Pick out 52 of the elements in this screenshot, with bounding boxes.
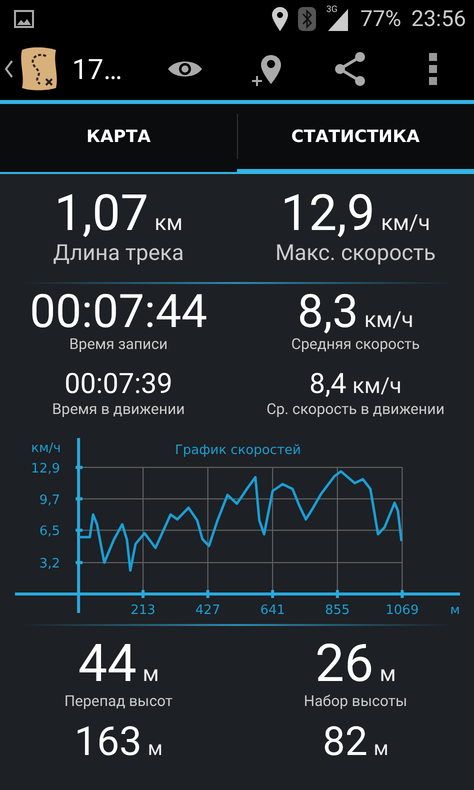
y-tick-label: 6,5 [39, 524, 60, 540]
stat-value: 00:07:39 [64, 370, 172, 398]
stat-value: 163 [74, 722, 142, 762]
tab[interactable]: КАРТА [0, 104, 237, 174]
share-icon[interactable] [334, 52, 366, 86]
stat-value: 8,4 [309, 370, 346, 398]
x-tick-label: 213 [130, 603, 156, 618]
caret-icon [4, 60, 14, 78]
stat-label: Макс. скорость [275, 240, 436, 266]
stat-unit: км/ч [352, 376, 402, 398]
location-icon [272, 7, 288, 31]
stat-unit: м [142, 664, 159, 686]
x-tick-label: 1069 [386, 603, 419, 618]
y-axis-label: км/ч [31, 441, 61, 456]
stat-unit: км/ч [364, 310, 414, 332]
stat-label: Набор высоты [304, 692, 408, 710]
stat-value: 26 [315, 638, 374, 690]
stat-label: Время в движении [52, 400, 185, 418]
network-type: 3G [326, 5, 338, 15]
stat-value: 1,07 [54, 188, 148, 238]
stat-value: 00:07:44 [30, 289, 208, 335]
stat-unit: м [380, 664, 396, 686]
stat-label: Перепад высот [64, 692, 173, 710]
chart-title: График скоростей [174, 443, 302, 458]
stat-value: 82 [322, 722, 368, 762]
stat-label: Время записи [69, 335, 168, 353]
stat-label: Средняя скорость [291, 335, 420, 353]
stat-label: Ср. скорость в движении [266, 400, 444, 418]
x-axis-label: м [450, 603, 460, 618]
signal-icon [326, 7, 350, 31]
stat-unit: км [154, 212, 183, 234]
stat-unit: м [148, 738, 163, 758]
stat-unit: км/ч [380, 212, 430, 234]
y-tick-label: 3,2 [39, 556, 60, 572]
y-tick-label: 9,7 [39, 492, 60, 508]
stat-unit: м [374, 738, 388, 758]
track-title: 17… [72, 52, 122, 86]
x-tick-label: 855 [324, 603, 350, 618]
x-tick-label: 427 [195, 603, 220, 618]
bluetooth-icon [298, 7, 316, 31]
stat-value: 12,9 [280, 188, 375, 238]
image-icon [14, 10, 34, 28]
stat-value: 8,3 [297, 289, 358, 335]
overflow-menu-icon[interactable] [428, 53, 437, 85]
clock: 23:56 [411, 6, 466, 32]
stat-value: 44 [78, 638, 137, 690]
battery-level: 77% [360, 6, 402, 32]
y-tick-label: 12,9 [31, 461, 60, 476]
stat-label: Длина трека [53, 240, 184, 266]
map-icon [18, 46, 60, 92]
x-tick-label: 641 [260, 603, 286, 618]
tab[interactable]: СТАТИСТИКА [237, 104, 474, 174]
